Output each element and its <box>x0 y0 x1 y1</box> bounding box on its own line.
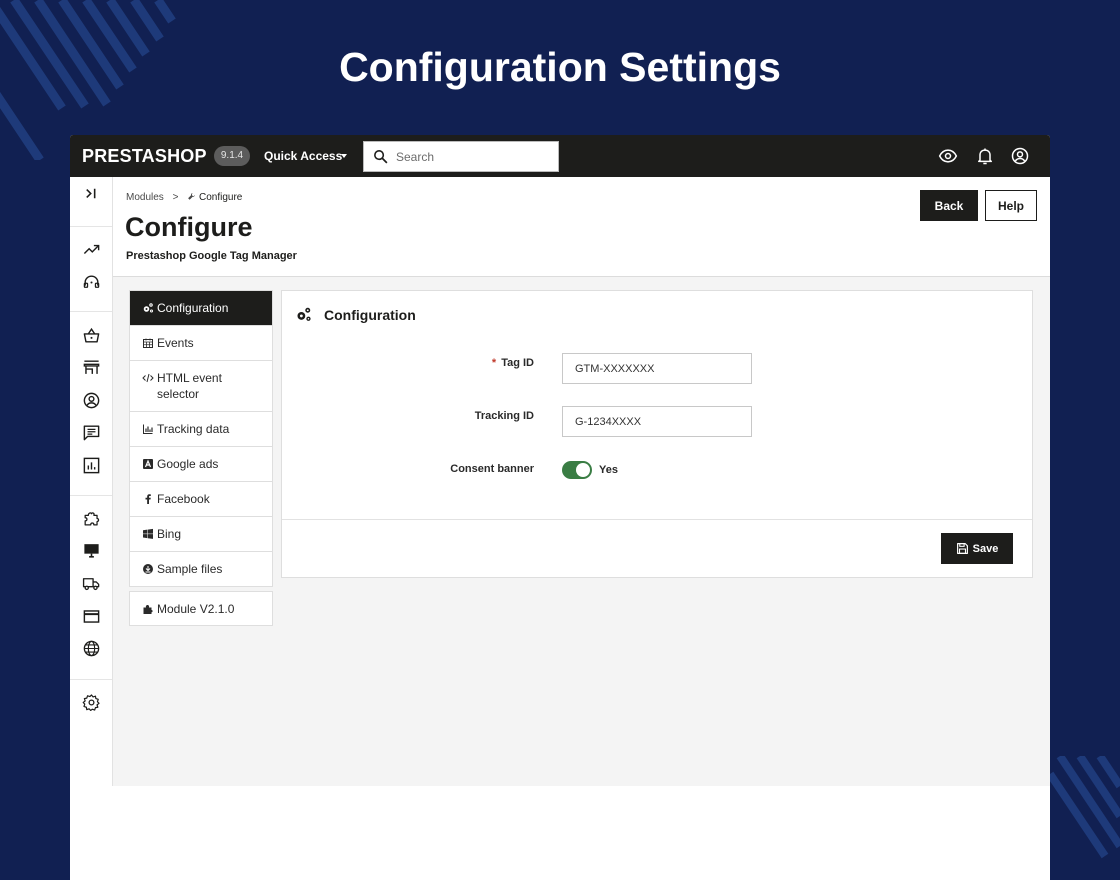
tracking-id-label: Tracking ID <box>474 410 534 422</box>
breadcrumb-separator: > <box>172 192 179 203</box>
consent-banner-state: Yes <box>599 464 618 476</box>
eye-icon[interactable] <box>938 146 958 166</box>
sidebar-divider <box>70 311 112 312</box>
tab-label: Tracking data <box>157 422 230 436</box>
support-icon[interactable] <box>82 273 101 292</box>
stats-icon[interactable] <box>82 456 101 475</box>
wrench-icon <box>188 193 196 200</box>
prestashop-logo[interactable]: PRESTASHOP <box>82 146 207 167</box>
breadcrumb-modules[interactable]: Modules <box>126 192 164 203</box>
tracking-id-input[interactable] <box>562 406 752 437</box>
page-header: Modules > Configure Configure Prestashop… <box>113 177 1050 277</box>
tag-id-input[interactable] <box>562 353 752 384</box>
module-version: Module V2.1.0 <box>129 591 273 626</box>
google-ads-icon <box>143 459 153 469</box>
content-area: Configuration Events HTML event selector <box>113 277 1050 786</box>
tab-label: Sample files <box>157 562 223 576</box>
tab-label: Events <box>157 336 194 350</box>
settings-tabs: Configuration Events HTML event selector <box>129 290 273 587</box>
tab-sample-files[interactable]: Sample files <box>130 552 272 586</box>
tab-google-ads[interactable]: Google ads <box>130 447 272 482</box>
tab-bing[interactable]: Bing <box>130 517 272 552</box>
expand-sidebar-icon[interactable] <box>82 184 101 203</box>
search-icon[interactable] <box>372 148 389 165</box>
bell-icon[interactable] <box>975 146 995 166</box>
save-button[interactable]: Save <box>941 533 1013 564</box>
customers-icon[interactable] <box>82 391 101 410</box>
modules-puzzle-icon[interactable] <box>82 509 101 528</box>
module-version-label: Module V2.1.0 <box>157 601 235 616</box>
tab-label: Facebook <box>157 492 210 506</box>
facebook-icon <box>145 494 151 504</box>
bar-chart-icon <box>143 424 153 434</box>
tag-id-label-text: Tag ID <box>501 357 534 369</box>
app-window: PRESTASHOP 9.1.4 Quick Access Search Mod… <box>70 135 1050 880</box>
breadcrumb-current: Configure <box>199 192 243 203</box>
sidebar <box>70 177 113 786</box>
page-title: Configure <box>125 212 253 242</box>
tab-configuration[interactable]: Configuration <box>130 291 272 326</box>
toggle-knob <box>576 463 590 477</box>
cogs-icon <box>297 307 311 321</box>
messages-icon[interactable] <box>82 423 101 442</box>
sidebar-divider <box>70 679 112 680</box>
panel-footer: Save <box>282 519 1032 577</box>
sidebar-divider <box>70 495 112 496</box>
page-subtitle: Prestashop Google Tag Manager <box>126 250 297 262</box>
store-icon[interactable] <box>82 358 101 377</box>
configuration-panel: Configuration * Tag ID Tracking ID Consen… <box>281 290 1033 578</box>
back-button[interactable]: Back <box>920 190 978 221</box>
payment-card-icon[interactable] <box>82 607 101 626</box>
tab-tracking-data[interactable]: Tracking data <box>130 412 272 447</box>
caret-down-icon <box>341 154 347 158</box>
basket-icon[interactable] <box>82 326 101 345</box>
code-icon <box>142 373 154 383</box>
puzzle-icon <box>143 604 153 614</box>
tab-label: Google ads <box>157 457 219 471</box>
required-marker: * <box>491 357 497 369</box>
tab-label: Configuration <box>157 301 229 315</box>
version-badge: 9.1.4 <box>214 146 250 166</box>
download-circle-icon <box>143 564 153 574</box>
top-bar: PRESTASHOP 9.1.4 Quick Access <box>70 135 1050 177</box>
tab-facebook[interactable]: Facebook <box>130 482 272 517</box>
monitor-icon[interactable] <box>82 541 101 560</box>
globe-icon[interactable] <box>82 639 101 658</box>
floppy-disk-icon <box>956 543 968 554</box>
consent-banner-label: Consent banner <box>450 463 534 475</box>
tag-id-label: * Tag ID <box>492 357 534 369</box>
save-label: Save <box>972 542 999 555</box>
help-button[interactable]: Help <box>985 190 1037 221</box>
cogs-icon <box>143 303 153 313</box>
tab-events[interactable]: Events <box>130 326 272 361</box>
account-icon[interactable] <box>1010 146 1030 166</box>
panel-title: Configuration <box>324 306 416 323</box>
trending-up-icon[interactable] <box>82 240 101 259</box>
windows-icon <box>143 528 153 539</box>
shipping-truck-icon[interactable] <box>82 574 101 593</box>
calendar-icon <box>143 338 153 348</box>
decorative-stripes-bottom-right <box>1050 756 1120 859</box>
consent-banner-toggle[interactable] <box>562 461 592 479</box>
hero-title: Configuration Settings <box>339 44 781 90</box>
sidebar-divider <box>70 226 112 227</box>
panel-header: Configuration <box>295 306 416 323</box>
search-input[interactable] <box>396 148 551 166</box>
tab-html-event-selector[interactable]: HTML event selector <box>130 361 272 412</box>
breadcrumb: Modules > Configure <box>126 192 242 203</box>
search-box[interactable] <box>363 141 559 172</box>
quick-access-menu[interactable]: Quick Access <box>264 149 342 163</box>
tab-label: HTML event selector <box>157 371 222 401</box>
settings-gear-icon[interactable] <box>82 693 101 712</box>
tab-label: Bing <box>157 527 182 541</box>
